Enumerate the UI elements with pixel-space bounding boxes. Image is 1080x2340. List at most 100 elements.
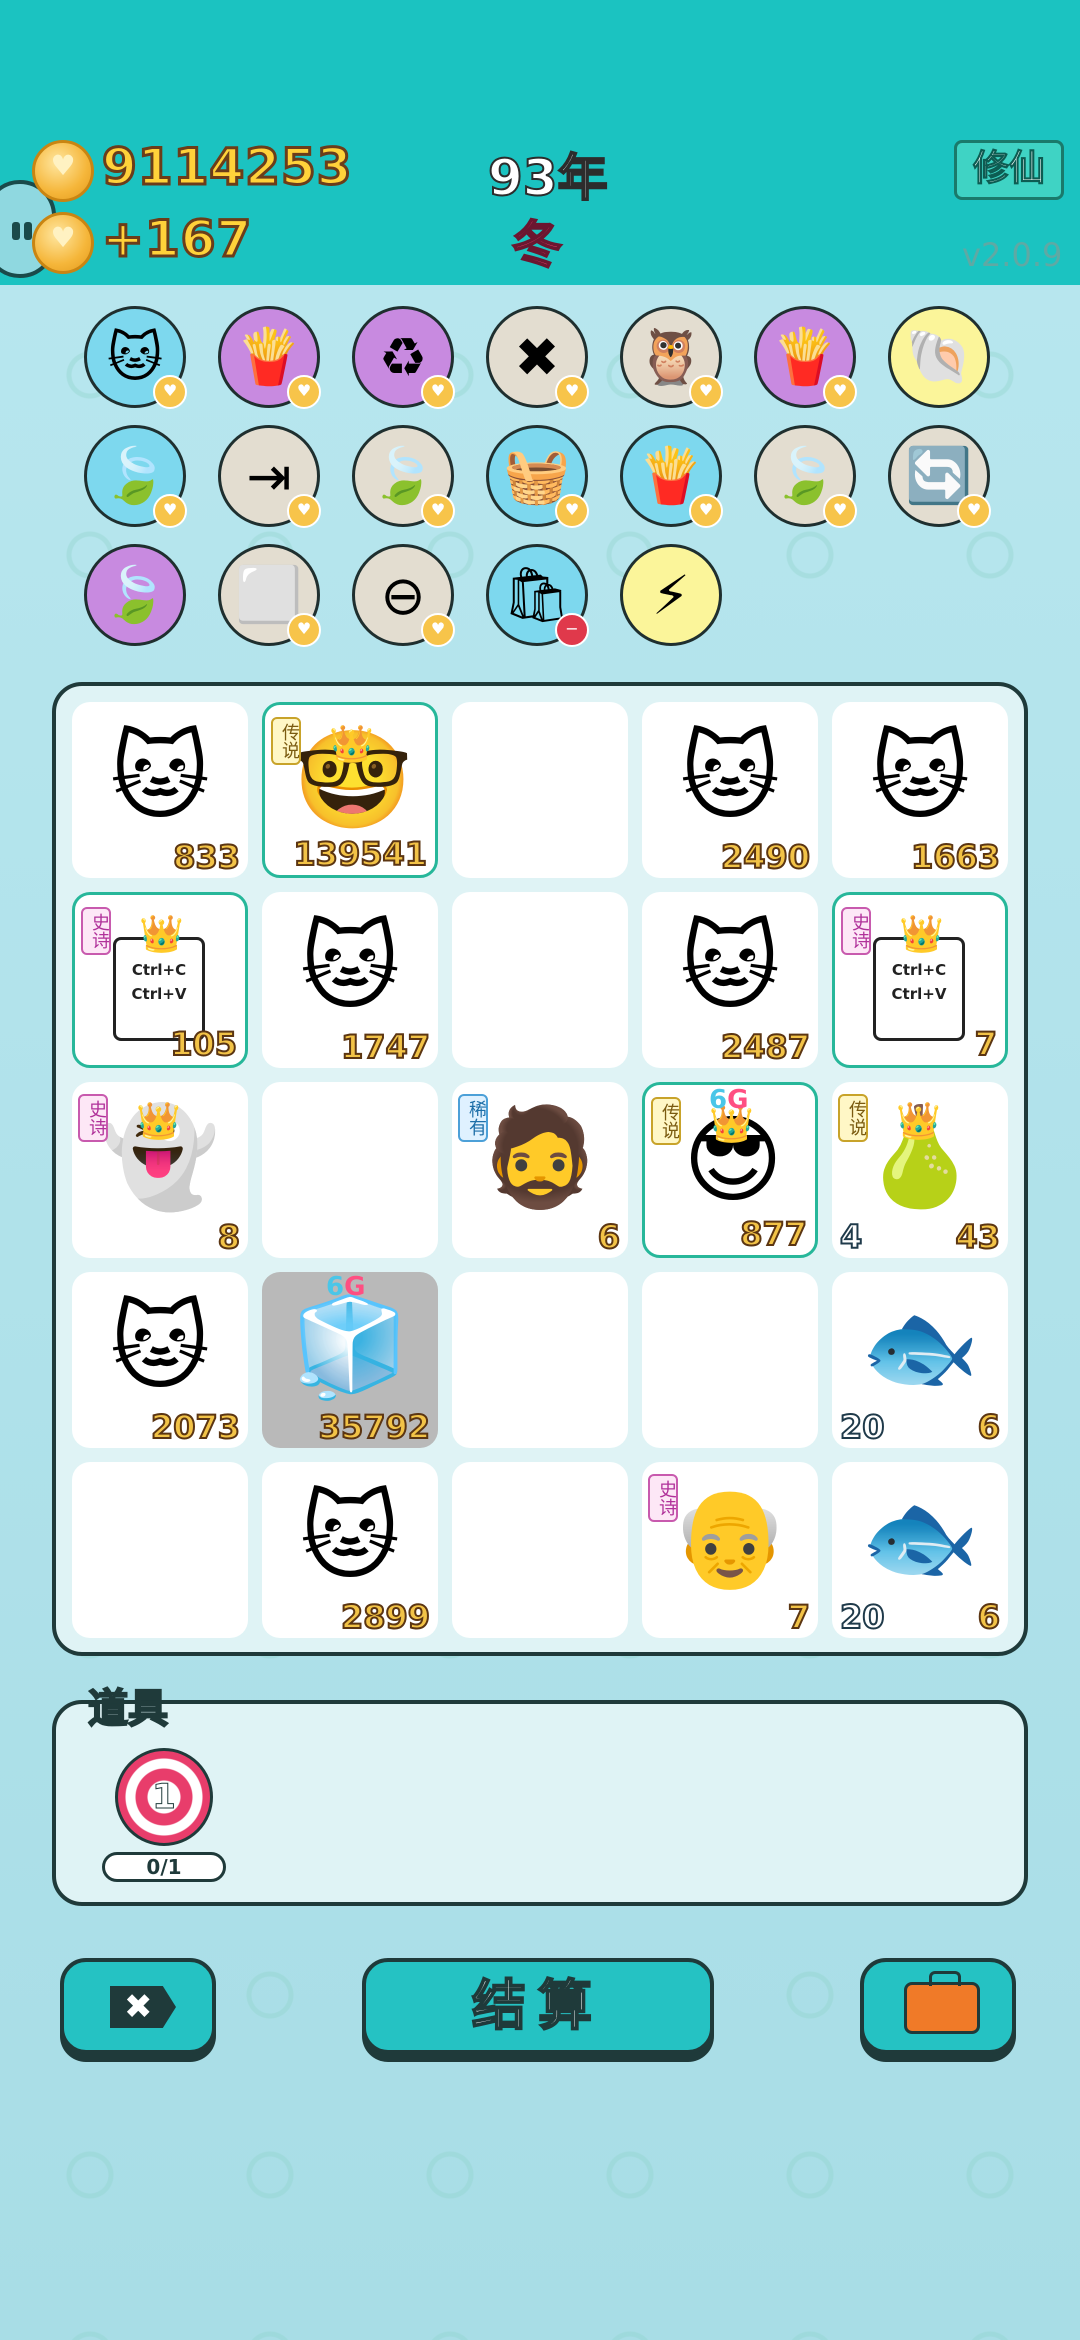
- board-cell-grandpa-king[interactable]: 🤓 👑 传说 139541: [262, 702, 438, 878]
- cat-icon: 🐱: [106, 325, 164, 389]
- heart-badge-icon: ♥: [287, 375, 321, 409]
- recycle-icon: ♻: [378, 325, 428, 389]
- fish-icon: 🐟: [860, 1291, 980, 1403]
- shell-icon: 🐚: [905, 325, 973, 388]
- lightning-icon: ⚡: [652, 563, 690, 627]
- cultivation-mode-button[interactable]: 修仙: [954, 140, 1064, 200]
- board-cell-cat[interactable]: 🐱 2899: [262, 1462, 438, 1638]
- empty-cell[interactable]: [452, 702, 628, 878]
- discard-button[interactable]: ✖: [60, 1958, 216, 2054]
- skill-minus-circle[interactable]: ⊖ ♥: [352, 544, 455, 647]
- skill-fries[interactable]: 🍟 ♥: [218, 306, 321, 409]
- cell-value: 6: [597, 1217, 621, 1257]
- cell-value: 1663: [910, 837, 1001, 877]
- cat-icon: 🐱: [109, 1291, 211, 1403]
- skill-blocks[interactable]: ⬜ ♥: [218, 544, 321, 647]
- skill-lightning[interactable]: ⚡: [620, 544, 722, 646]
- target-icon[interactable]: 1: [115, 1748, 213, 1846]
- cell-value: 2490: [720, 837, 811, 877]
- board-cell-bucket-hat-man[interactable]: 🧔 稀有 6: [452, 1082, 628, 1258]
- rarity-tag: 传说: [651, 1097, 681, 1145]
- cell-value: 139541: [292, 834, 428, 874]
- skill-fries[interactable]: 🍟 ♥: [754, 306, 857, 409]
- cell-secondary-value: 4: [839, 1217, 863, 1257]
- heart-badge-icon: ♥: [287, 613, 321, 647]
- empty-cell[interactable]: [452, 892, 628, 1068]
- heart-badge-icon: ♥: [823, 494, 857, 528]
- skill-refresh[interactable]: 🔄 ♥: [888, 425, 991, 528]
- settle-label: 结算: [471, 1973, 604, 2038]
- rarity-tag: 传说: [271, 717, 301, 765]
- rarity-tag: 史诗: [841, 907, 871, 955]
- empty-cell[interactable]: [452, 1462, 628, 1638]
- fish-icon: 🐟: [860, 1481, 980, 1593]
- cell-value: 2073: [150, 1407, 241, 1447]
- board-cell-cat[interactable]: 🐱 1747: [262, 892, 438, 1068]
- board-cell-cat[interactable]: 🐱 2490: [642, 702, 818, 878]
- skill-cat[interactable]: 🐱 ♥: [84, 306, 187, 409]
- skill-owl-pair[interactable]: 🦉 ♥: [620, 306, 723, 409]
- skill-leaf[interactable]: 🍃 ♥: [754, 425, 857, 528]
- item-usage-count: 0/1: [102, 1852, 226, 1882]
- cell-value: 6: [977, 1407, 1001, 1447]
- board-cell-cat[interactable]: 🐱 2073: [72, 1272, 248, 1448]
- cell-value: 35792: [318, 1407, 431, 1447]
- board-cell-copy-paste-card[interactable]: Ctrl+C Ctrl+V 👑 史诗 105: [72, 892, 248, 1068]
- skill-fruit-basket[interactable]: 🧺 ♥: [486, 425, 589, 528]
- crown-icon: 👑: [136, 1101, 181, 1142]
- inventory-button[interactable]: [860, 1958, 1016, 2054]
- empty-cell[interactable]: [72, 1462, 248, 1638]
- cell-value: 877: [739, 1214, 808, 1254]
- heart-badge-icon: ♥: [287, 494, 321, 528]
- skill-recycle[interactable]: ♻ ♥: [352, 306, 455, 409]
- rarity-tag: 史诗: [81, 907, 111, 955]
- skill-shell[interactable]: 🐚: [888, 306, 990, 408]
- season-label: 冬: [511, 215, 563, 275]
- cat-icon: 🐱: [299, 911, 401, 1023]
- skill-leaf[interactable]: 🍃 ♥: [84, 425, 187, 528]
- skill-sack[interactable]: 🛍 −: [486, 544, 589, 647]
- heart-badge-icon: ♥: [421, 494, 455, 528]
- cell-value: 6: [977, 1597, 1001, 1637]
- board-cell-fridge[interactable]: 🧊 6G 35792: [262, 1272, 438, 1448]
- empty-cell[interactable]: [262, 1082, 438, 1258]
- rarity-tag: 史诗: [648, 1474, 678, 1522]
- empty-cell[interactable]: [642, 1272, 818, 1448]
- board-cell-cat[interactable]: 🐱 2487: [642, 892, 818, 1068]
- crown-icon: 👑: [899, 914, 944, 955]
- skill-leaf[interactable]: 🍃 ♥: [352, 425, 455, 528]
- cat-icon: 🐱: [869, 721, 971, 833]
- skip-icon: ⇥: [246, 444, 292, 508]
- board-cell-fish[interactable]: 🐟 6 20: [832, 1462, 1008, 1638]
- heart-badge-icon: ♥: [555, 375, 589, 409]
- paste-line: Ctrl+V: [891, 985, 947, 1003]
- skill-fries[interactable]: 🍟 ♥: [620, 425, 723, 528]
- version-label: v2.0.9: [962, 236, 1063, 274]
- skill-skip[interactable]: ⇥ ♥: [218, 425, 321, 528]
- briefcase-icon: [904, 1971, 980, 2034]
- skill-leaf[interactable]: 🍃: [84, 544, 186, 646]
- board-cell-copy-paste-card[interactable]: Ctrl+C Ctrl+V 👑 史诗 7: [832, 892, 1008, 1068]
- board-cell-ghost[interactable]: 👻 👑 史诗 8: [72, 1082, 248, 1258]
- board-cell-old-man[interactable]: 👴 史诗 7: [642, 1462, 818, 1638]
- cat-icon: 🐱: [679, 721, 781, 833]
- board-cell-cat[interactable]: 🐱 833: [72, 702, 248, 878]
- board-cell-cat[interactable]: 🐱 1663: [832, 702, 1008, 878]
- board-cell-sunglasses-man[interactable]: 😎 👑 传说 6G 877: [642, 1082, 818, 1258]
- cell-value: 2899: [340, 1597, 431, 1637]
- game-board: 🐱 833 🤓 👑 传说 139541 🐱 2490 🐱 1663 Ctrl+C Ctrl+V 👑 史诗 1…: [52, 682, 1028, 1656]
- minus-circle-icon: ⊖: [380, 563, 426, 627]
- settle-button[interactable]: 结算: [362, 1958, 714, 2054]
- coin-icon: [32, 140, 94, 202]
- empty-cell[interactable]: [452, 1272, 628, 1448]
- heart-badge-icon: ♥: [555, 494, 589, 528]
- cell-secondary-value: 20: [839, 1407, 886, 1447]
- copy-line: Ctrl+C: [891, 961, 947, 979]
- rarity-tag: 稀有: [458, 1094, 488, 1142]
- crown-icon: 👑: [329, 724, 374, 765]
- board-cell-pear[interactable]: 🍐 👑 传说 43 4: [832, 1082, 1008, 1258]
- skill-delete-tag[interactable]: ✖ ♥: [486, 306, 589, 409]
- cat-icon: 🐱: [109, 721, 211, 833]
- board-cell-fish[interactable]: 🐟 6 20: [832, 1272, 1008, 1448]
- heart-badge-icon: ♥: [689, 494, 723, 528]
